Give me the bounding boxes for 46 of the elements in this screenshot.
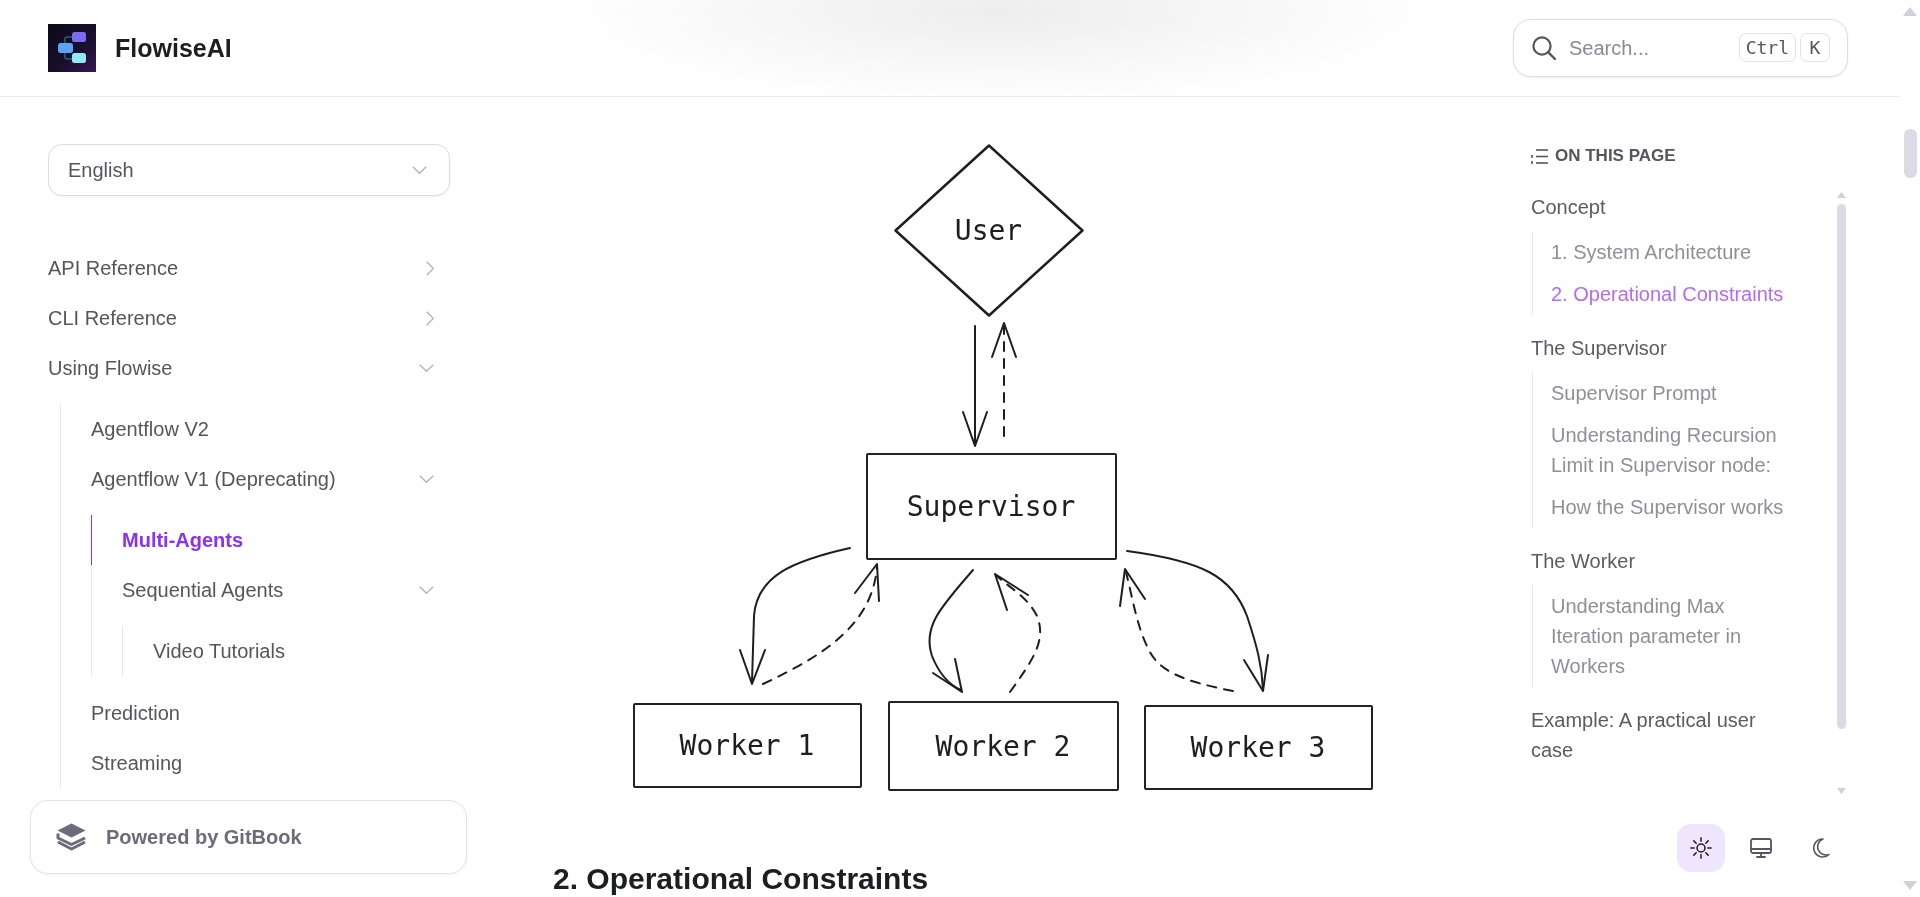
scrollbar-thumb[interactable] [1903,129,1917,178]
moon-icon [1812,838,1830,858]
scroll-up-arrow-icon[interactable] [1837,192,1846,198]
section-heading: 2. Operational Constraints [553,862,929,896]
monitor-icon [1750,838,1772,858]
nav-link[interactable]: Agentflow V1 (Deprecating) [60,454,450,504]
scroll-down-arrow-icon[interactable] [1837,788,1846,794]
scrollbar-thumb[interactable] [1837,204,1846,729]
toc-title: ON THIS PAGE [1555,146,1676,166]
toc-link[interactable]: Example: A practical user case [1531,699,1790,771]
sun-icon [1690,837,1712,859]
list-icon [1531,148,1548,164]
keyboard-key: Ctrl [1738,33,1796,62]
search-icon [1532,36,1556,60]
scroll-down-arrow-icon[interactable] [1903,881,1917,890]
diamond-node: User [893,144,1084,317]
rectangle-node: Supervisor [865,453,1117,560]
language-select[interactable]: English [48,144,450,196]
nav-link[interactable]: Streaming [60,738,450,788]
rectangle-node: Worker 3 [1143,705,1373,790]
chevron-down-icon[interactable] [419,586,434,594]
toc-link[interactable]: The Worker [1531,540,1790,582]
chevron-down-icon[interactable] [419,364,434,372]
chevron-down-icon [412,166,427,174]
gitbook-icon [56,823,87,851]
theme-button[interactable] [1677,824,1725,872]
nav-link[interactable]: Agentflow V2 [60,404,450,454]
nav-link[interactable]: CLI Reference [48,293,450,343]
gitbook-badge[interactable]: Powered by GitBook [30,800,467,874]
chevron-down-icon[interactable] [419,475,434,483]
logo-icon[interactable] [48,24,96,72]
nav-link[interactable]: Using Flowise [48,343,450,393]
toc-link[interactable]: The Supervisor [1531,327,1790,369]
rectangle-node: Worker 2 [887,701,1119,791]
toc-link[interactable]: Concept [1531,186,1790,228]
chevron-right-icon[interactable] [426,260,434,276]
keyboard-key: K [1800,33,1830,62]
nav-link[interactable]: Video Tutorials [122,626,450,676]
nav-link[interactable]: Sequential Agents [91,565,450,615]
nav-link[interactable]: Prediction [60,688,450,738]
rectangle-node: Worker 1 [632,703,862,788]
scroll-up-arrow-icon[interactable] [1903,7,1917,16]
nav-link[interactable]: API Reference [48,243,450,293]
site-title[interactable]: FlowiseAI [115,33,232,63]
nav-link[interactable]: Multi-Agents [91,515,450,565]
chevron-right-icon[interactable] [426,310,434,326]
